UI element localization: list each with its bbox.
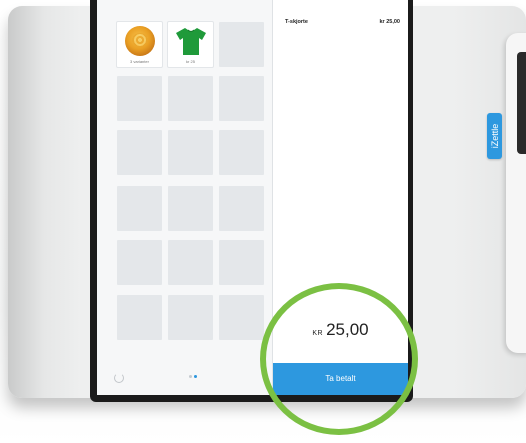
- empty-tile[interactable]: [117, 186, 162, 231]
- empty-tile[interactable]: [219, 130, 264, 175]
- card-reader-screen: [517, 52, 526, 154]
- brand-logo-text: iZettle: [489, 123, 500, 149]
- product-tile-label: kr 25: [186, 59, 195, 64]
- empty-tile[interactable]: [168, 295, 213, 340]
- empty-tile[interactable]: [117, 76, 162, 121]
- empty-tile[interactable]: [117, 240, 162, 285]
- empty-tile[interactable]: [168, 240, 213, 285]
- empty-tile[interactable]: [219, 22, 264, 67]
- empty-tile[interactable]: [219, 186, 264, 231]
- cart-item-price: kr 25,00: [379, 19, 401, 25]
- cart-item-name: T-skjorte: [285, 19, 308, 25]
- empty-tile[interactable]: [168, 186, 213, 231]
- empty-tile[interactable]: [117, 130, 162, 175]
- page-dot-2-active[interactable]: [194, 375, 197, 378]
- page-indicator[interactable]: [189, 375, 201, 379]
- empty-tile[interactable]: [168, 130, 213, 175]
- product-grid: 3 varianter kr 25: [97, 0, 273, 395]
- cinnamon-bun-image: [125, 26, 155, 56]
- refresh-icon[interactable]: [114, 373, 124, 383]
- empty-tile[interactable]: [117, 295, 162, 340]
- product-tile-label: 3 varianter: [130, 59, 149, 64]
- empty-tile[interactable]: [219, 76, 264, 121]
- photo-scene: 3 varianter kr 25 T-skjorte kr 25,00 KR …: [0, 0, 526, 443]
- empty-tile[interactable]: [168, 76, 213, 121]
- product-tile-tshirt[interactable]: kr 25: [168, 22, 213, 67]
- green-tshirt-image: [176, 28, 206, 55]
- brand-logo: iZettle: [487, 113, 502, 159]
- cart-line-item[interactable]: T-skjorte kr 25,00: [285, 19, 400, 31]
- product-tile-bun[interactable]: 3 varianter: [117, 22, 162, 67]
- page-dot-1[interactable]: [189, 375, 192, 378]
- empty-tile[interactable]: [219, 295, 264, 340]
- highlight-circle: [260, 283, 418, 435]
- empty-tile[interactable]: [219, 240, 264, 285]
